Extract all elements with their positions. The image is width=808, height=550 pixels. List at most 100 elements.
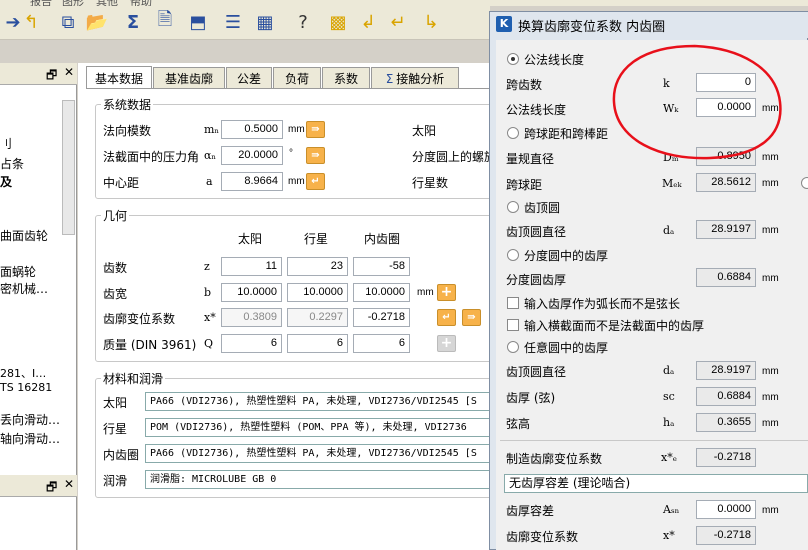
quality-planet-input[interactable]: 6	[287, 334, 348, 353]
radio-pitch-thickness-label: 分度圆中的齿厚	[524, 249, 609, 263]
arrow-left-icon[interactable]: ↲	[355, 9, 381, 35]
plus-button[interactable]: +	[437, 284, 456, 301]
shift-sun-input[interactable]: 0.3809	[221, 308, 282, 327]
thickness-tolerance-symbol: Aₛₙ	[663, 503, 680, 516]
teeth-sun-input[interactable]: 11	[221, 257, 282, 276]
tab-contact-analysis[interactable]: Σ 接触分析	[371, 67, 459, 89]
ring-material-select[interactable]: PA66 (VDI2736), 热塑性塑料 PA, 未处理, VDI2736/V…	[145, 444, 490, 463]
double-arrow-button[interactable]: ⇛	[306, 147, 325, 164]
tree-item-selected[interactable]: 及	[0, 173, 12, 190]
pressure-angle-input[interactable]: 20.0000	[221, 146, 283, 165]
pattern-icon[interactable]: ▩	[325, 9, 351, 35]
tab-reference-profile[interactable]: 基准齿廓	[153, 67, 225, 89]
close-icon[interactable]: ✕	[64, 477, 74, 491]
dialog-title: 换算齿廓变位系数 内齿圈	[518, 20, 666, 35]
radio-tip-circle[interactable]	[507, 201, 519, 213]
pitch-thickness-unit: mm	[762, 273, 779, 284]
radio-extra[interactable]	[801, 177, 808, 189]
chordal-thickness-label: 齿厚 (弦)	[506, 391, 556, 405]
tree-item[interactable]: 丢向滑动…	[0, 411, 60, 428]
tree-item[interactable]: 281、I…	[0, 365, 46, 381]
pressure-angle-unit: °	[289, 148, 293, 159]
normal-module-symbol: mₙ	[204, 123, 220, 136]
left-panel-scrollbar[interactable]	[62, 100, 75, 235]
copy-icon[interactable]: ⧉	[55, 9, 81, 35]
radio-ball-distance[interactable]	[507, 127, 519, 139]
tab-factors[interactable]: 系数	[322, 67, 370, 89]
sun-material-label: 太阳	[103, 396, 128, 410]
tree-item[interactable]: 占条	[0, 155, 24, 172]
manufacturing-shift-label: 制造齿廓变位系数	[506, 452, 603, 466]
thickness-tolerance-input[interactable]: 0.0000	[696, 500, 756, 519]
checkbox-transverse-label: 输入横截面而不是法截面中的齿厚	[524, 319, 705, 333]
shift-ring-input[interactable]: -0.2718	[353, 308, 410, 327]
pin-icon[interactable]: 🗗	[46, 478, 57, 499]
tab-load[interactable]: 负荷	[273, 67, 321, 89]
radio-pitch-thickness[interactable]	[507, 249, 519, 261]
teeth-planet-input[interactable]: 23	[287, 257, 348, 276]
tree-item[interactable]: 曲面齿轮	[0, 227, 48, 244]
sun-material-select[interactable]: PA66 (VDI2736), 热塑性塑料 PA, 未处理, VDI2736/V…	[145, 392, 490, 411]
teeth-ring-input[interactable]: -58	[353, 257, 410, 276]
width-ring-input[interactable]: 10.0000	[353, 283, 410, 302]
face-width-unit: mm	[417, 287, 434, 298]
width-sun-input[interactable]: 10.0000	[221, 283, 282, 302]
ball-diameter-label: 量规直径	[506, 152, 555, 166]
pin-icon[interactable]: 🗗	[46, 66, 57, 87]
save-icon[interactable]: ⬒	[185, 9, 211, 35]
arrow-left-button[interactable]: ↵	[306, 173, 325, 190]
double-arrow-button[interactable]: ⇛	[306, 121, 325, 138]
tree-item[interactable]: 刂	[0, 135, 12, 152]
checkbox-arc-length[interactable]	[507, 297, 519, 309]
pressure-angle-symbol: αₙ	[204, 149, 217, 162]
geometry-title: 几何	[101, 207, 130, 224]
center-distance-input[interactable]: 8.9664	[221, 172, 283, 191]
tree-item[interactable]: TS 16281	[0, 381, 52, 394]
col-sun: 太阳	[238, 232, 263, 246]
toolbar: ➔ ↰ ⧉ 📂 Σ 🗎 ⬒ ☰ ▦ ? ▩ ↲ ↵ ↳	[0, 6, 490, 40]
pitch-thickness-input[interactable]: 0.6884	[696, 268, 756, 287]
quality-label: 质量 (DIN 3961)	[103, 338, 197, 352]
planet-material-select[interactable]: POM (VDI2736), 热塑性塑料 (POM、PPA 等), 未处理, V…	[145, 418, 490, 437]
arrow-left-button[interactable]: ↵	[437, 309, 456, 326]
pressure-angle-label: 法截面中的压力角	[103, 150, 200, 164]
profile-shift-result-input[interactable]: -0.2718	[696, 526, 756, 545]
radio-any-circle[interactable]	[507, 341, 519, 353]
double-arrow-button[interactable]: ⇛	[462, 309, 481, 326]
checkbox-transverse[interactable]	[507, 319, 519, 331]
tip-diameter-input[interactable]: 28.9197	[696, 220, 756, 239]
chordal-thickness-input[interactable]: 0.6884	[696, 387, 756, 406]
tree-item[interactable]: 密机械…	[0, 280, 48, 297]
tree-item[interactable]: 轴向滑动…	[0, 430, 60, 447]
thickness-tolerance-select[interactable]: 无齿厚容差 (理论啮合)	[504, 474, 808, 493]
tab-tolerances[interactable]: 公差	[226, 67, 272, 89]
document-icon[interactable]: 🗎	[152, 9, 178, 35]
shift-planet-input[interactable]: 0.2297	[287, 308, 348, 327]
arrow-down-icon[interactable]: ↳	[418, 9, 444, 35]
tip-diameter-2-input[interactable]: 28.9197	[696, 361, 756, 380]
manufacturing-shift-input[interactable]: -0.2718	[696, 448, 756, 467]
ball-distance-input[interactable]: 28.5612	[696, 173, 756, 192]
quality-ring-input[interactable]: 6	[353, 334, 410, 353]
sum-icon[interactable]: Σ	[120, 9, 146, 35]
normal-module-input[interactable]: 0.5000	[221, 120, 283, 139]
help-icon[interactable]: ?	[290, 9, 316, 35]
open-folder-icon[interactable]: 📂	[84, 9, 110, 35]
lubrication-select[interactable]: 润滑脂: MICROLUBE GB 0	[145, 470, 490, 489]
close-icon[interactable]: ✕	[64, 65, 74, 79]
chordal-height-input[interactable]: 0.3655	[696, 413, 756, 432]
ball-distance-label: 跨球距	[506, 178, 543, 192]
tree-item[interactable]: 面蜗轮	[0, 263, 36, 280]
calculator-icon[interactable]: ▦	[252, 9, 278, 35]
planet-material-label: 行星	[103, 422, 128, 436]
arrow-back-icon[interactable]: ↰	[18, 9, 44, 35]
width-planet-input[interactable]: 10.0000	[287, 283, 348, 302]
left-panel-lower: 🗗 ✕	[0, 475, 77, 550]
tab-basic-data[interactable]: 基本数据	[86, 66, 152, 89]
profile-shift-result-symbol: x*	[663, 529, 675, 542]
system-data-title: 系统数据	[101, 96, 154, 113]
arrow-left-icon[interactable]: ↵	[385, 9, 411, 35]
radio-base-tangent[interactable]	[507, 53, 519, 65]
list-icon[interactable]: ☰	[220, 9, 246, 35]
quality-sun-input[interactable]: 6	[221, 334, 282, 353]
